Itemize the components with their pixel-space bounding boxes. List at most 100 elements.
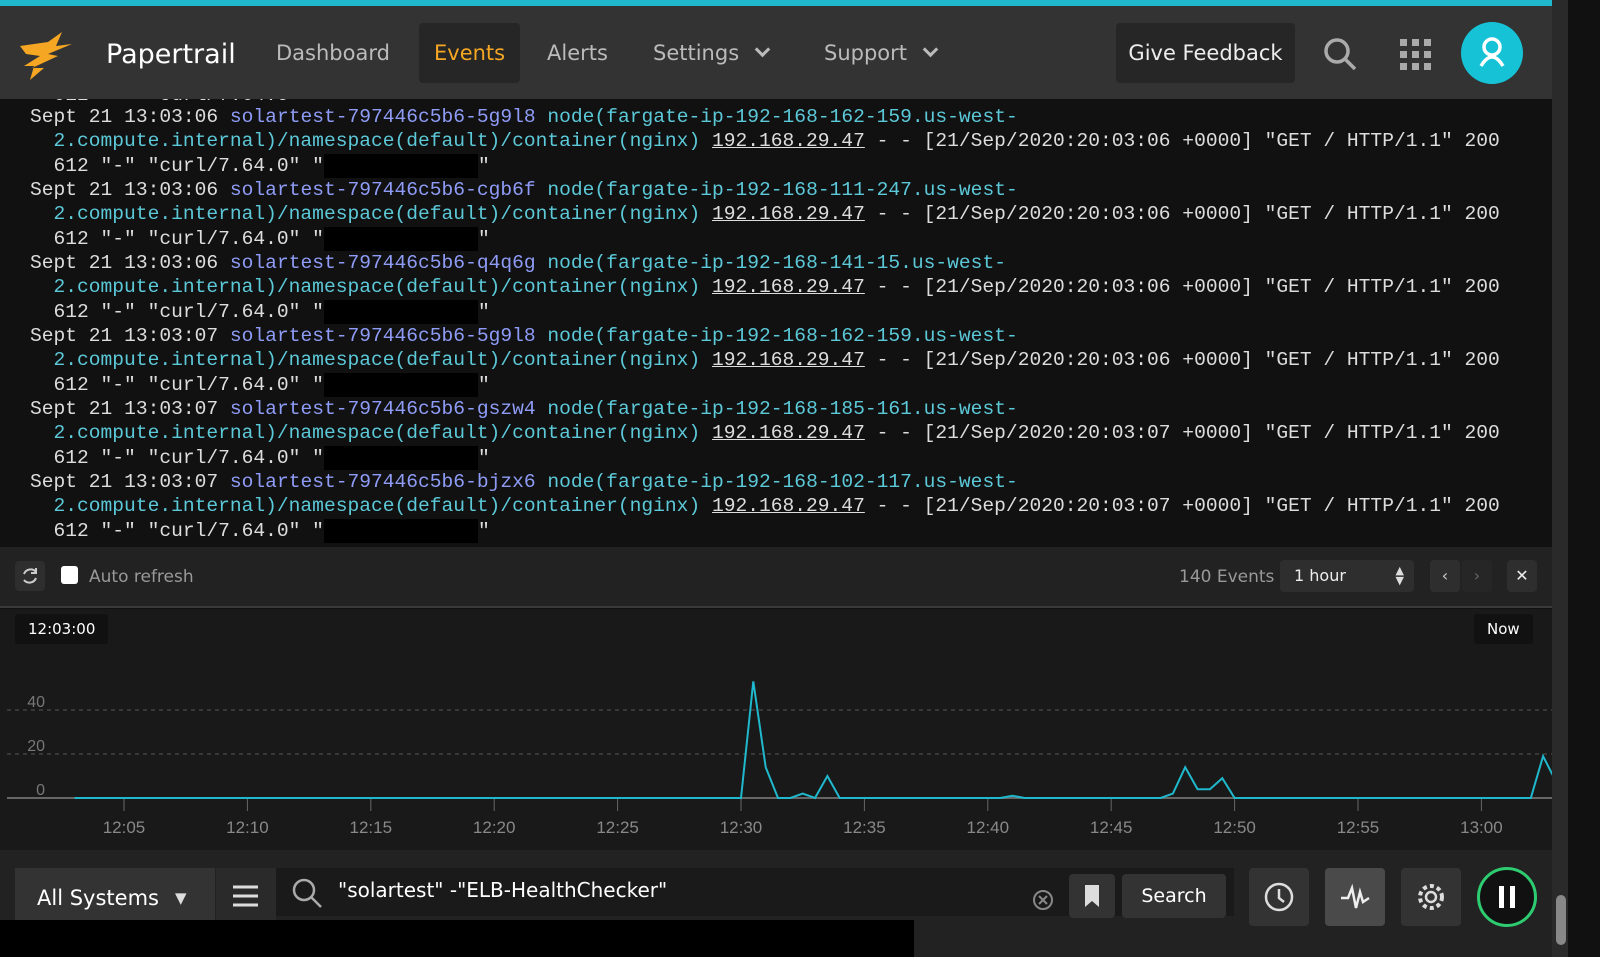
x-tick-label: 12:40 — [967, 818, 1010, 837]
x-tick-label: 12:25 — [596, 818, 639, 837]
x-tick-label: 12:30 — [720, 818, 763, 837]
log-node[interactable]: node(fargate-ip-192-168-102-117.us-west- — [547, 471, 1017, 493]
log-node-cont[interactable]: 2.compute.internal)/namespace(default)/c… — [54, 422, 701, 444]
pause-icon — [1499, 886, 1515, 908]
search-field[interactable]: "solartest" -"ELB-HealthChecker" Search — [276, 868, 1234, 918]
log-end: " — [477, 227, 490, 250]
time-range-select[interactable]: 1 hour ▲ ▼ — [1280, 560, 1414, 592]
log-ip-link[interactable]: 192.168.29.47 — [712, 422, 865, 444]
log-ip-link[interactable]: 192.168.29.47 — [712, 276, 865, 298]
nav-alerts[interactable]: Alerts — [532, 23, 623, 83]
bookmark-icon — [1085, 885, 1099, 907]
time-button[interactable] — [1249, 868, 1309, 926]
user-avatar[interactable] — [1461, 22, 1523, 84]
redacted-text — [323, 445, 478, 470]
search-icon — [292, 878, 322, 908]
x-tick-label: 12:15 — [350, 818, 393, 837]
event-count: 140 Events — [1179, 567, 1275, 587]
log-date: Sept 21 13:03:07 — [30, 471, 219, 493]
clock-icon — [1264, 882, 1294, 912]
nav-label: Support — [824, 41, 908, 65]
log-event: Sept 21 13:03:06 solartest-797446c5b6-5g… — [30, 105, 1500, 178]
log-tail: 612 "-" "curl/7.64.0" " — [53, 446, 324, 469]
log-message: - - [21/Sep/2020:20:03:06 +0000] "GET / … — [876, 203, 1500, 226]
events-chart: 12:03:00 Now 0 20 40 12:05 12:10 12:15 12:20 12… — [0, 609, 1552, 850]
x-tick-label: 12:55 — [1337, 818, 1380, 837]
redacted-text — [323, 372, 478, 397]
caret-down-icon: ▼ — [175, 889, 187, 907]
log-node[interactable]: node(fargate-ip-192-168-111-247.us-west- — [547, 179, 1017, 201]
log-node[interactable]: node(fargate-ip-192-168-185-161.us-west- — [547, 398, 1017, 420]
log-event: Sept 21 13:03:06 solartest-797446c5b6-cg… — [30, 178, 1500, 251]
log-ip-link[interactable]: 192.168.29.47 — [712, 495, 865, 517]
log-node-cont[interactable]: 2.compute.internal)/namespace(default)/c… — [54, 495, 701, 517]
log-message: - - [21/Sep/2020:20:03:06 +0000] "GET / … — [876, 276, 1500, 299]
nav-dashboard[interactable]: Dashboard — [261, 23, 405, 83]
chevron-right-icon: › — [1473, 566, 1481, 585]
log-node-cont[interactable]: 2.compute.internal)/namespace(default)/c… — [54, 203, 701, 225]
log-ip-link[interactable]: 192.168.29.47 — [712, 349, 865, 371]
log-node[interactable]: node(fargate-ip-192-168-162-159.us-west- — [547, 325, 1017, 347]
close-button[interactable]: ✕ — [1507, 560, 1537, 592]
redacted-region — [0, 920, 914, 957]
log-source[interactable]: solartest-797446c5b6-5g9l8 — [230, 325, 536, 347]
log-message: - - [21/Sep/2020:20:03:07 +0000] "GET / … — [876, 495, 1500, 518]
log-source[interactable]: solartest-797446c5b6-cgb6f — [230, 179, 536, 201]
log-node[interactable]: node(fargate-ip-192-168-141-15.us-west- — [547, 252, 1006, 274]
log-tail: 612 "-" "curl/7.64.0" " — [53, 227, 324, 250]
log-ip-link[interactable]: 192.168.29.47 — [712, 130, 865, 152]
events-toolbar: Auto refresh 140 Events 1 hour ▲ ▼ ‹ › ✕ — [0, 547, 1552, 608]
sort-arrows-icon: ▲ ▼ — [1395, 564, 1404, 587]
chevron-down-icon — [754, 41, 771, 58]
next-button[interactable]: › — [1462, 560, 1492, 592]
log-node[interactable]: node(fargate-ip-192-168-162-159.us-west- — [547, 106, 1017, 128]
apps-grid-icon[interactable] — [1398, 37, 1434, 73]
settings-button[interactable] — [1401, 868, 1461, 926]
search-button[interactable]: Search — [1122, 874, 1226, 918]
log-source[interactable]: solartest-797446c5b6-gszw4 — [230, 398, 536, 420]
graph-toggle-button[interactable] — [1325, 868, 1385, 926]
nav-label: Settings — [653, 41, 740, 65]
hamburger-icon — [233, 885, 258, 907]
y-tick-label: 40 — [27, 694, 45, 711]
close-icon: ✕ — [1515, 566, 1529, 585]
top-nav: Papertrail Dashboard Events Alerts Setti… — [0, 0, 1568, 99]
log-node-cont[interactable]: 2.compute.internal)/namespace(default)/c… — [54, 130, 701, 152]
nav-label: Events — [434, 41, 506, 65]
log-source[interactable]: solartest-797446c5b6-q4q6g — [230, 252, 536, 274]
nav-label: Alerts — [547, 41, 608, 65]
log-node-cont[interactable]: 2.compute.internal)/namespace(default)/c… — [54, 276, 701, 298]
log-source[interactable]: solartest-797446c5b6-5g9l8 — [230, 106, 536, 128]
scrollbar[interactable] — [1552, 0, 1568, 957]
activity-icon — [1341, 883, 1370, 909]
nav-events[interactable]: Events — [419, 23, 521, 83]
refresh-button[interactable] — [15, 561, 45, 591]
prev-button[interactable]: ‹ — [1430, 560, 1460, 592]
scrollbar-thumb[interactable] — [1556, 895, 1566, 945]
nav-support[interactable]: Support — [809, 23, 951, 83]
papertrail-logo-icon — [20, 32, 72, 80]
log-source[interactable]: solartest-797446c5b6-bjzx6 — [230, 471, 536, 493]
redacted-text — [323, 153, 478, 178]
x-tick-label: 12:45 — [1090, 818, 1133, 837]
search-icon[interactable] — [1322, 36, 1358, 72]
auto-refresh-checkbox[interactable] — [61, 566, 78, 584]
nav-settings[interactable]: Settings — [638, 23, 783, 83]
system-label: All Systems — [37, 886, 159, 910]
clear-icon[interactable] — [1031, 888, 1055, 912]
chart-plot[interactable]: 0 20 40 12:05 12:10 12:15 12:20 12:25 12:30 12:35… — [0, 609, 1552, 850]
log-node-cont[interactable]: 2.compute.internal)/namespace(default)/c… — [54, 349, 701, 371]
nav-label: Dashboard — [276, 41, 390, 65]
log-end: " — [477, 300, 490, 323]
log-date: Sept 21 13:03:06 — [30, 179, 219, 201]
brand-name: Papertrail — [106, 39, 236, 70]
pause-button[interactable] — [1477, 867, 1537, 927]
save-search-button[interactable] — [1069, 874, 1115, 918]
user-icon — [1479, 37, 1505, 67]
y-tick-label: 20 — [27, 738, 45, 755]
log-ip-link[interactable]: 192.168.29.47 — [712, 203, 865, 225]
log-date: Sept 21 13:03:06 — [30, 252, 219, 274]
give-feedback-button[interactable]: Give Feedback — [1116, 23, 1295, 83]
search-query[interactable]: "solartest" -"ELB-HealthChecker" — [338, 878, 667, 902]
x-tick-label: 13:00 — [1460, 818, 1503, 837]
